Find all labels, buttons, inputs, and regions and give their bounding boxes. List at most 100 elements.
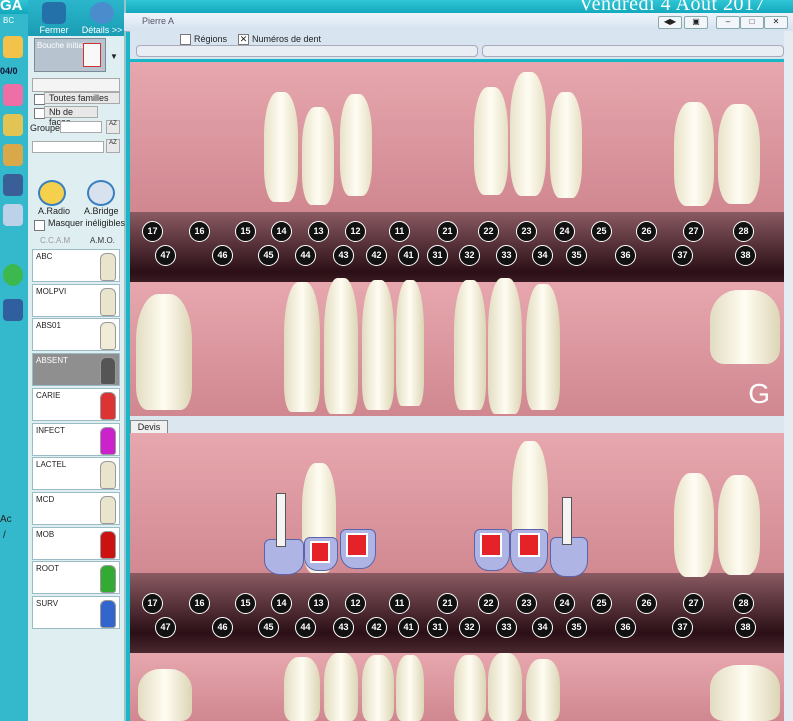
- tooth-41-devis[interactable]: [396, 655, 424, 721]
- grid-icon[interactable]: [3, 299, 23, 321]
- upper-tooth-number[interactable]: 14: [271, 221, 292, 242]
- card-icon[interactable]: [3, 204, 23, 226]
- lower-tooth-number[interactable]: 34: [532, 245, 553, 266]
- devis-lower-tooth-number[interactable]: 37: [672, 617, 693, 638]
- tooth-44[interactable]: [284, 282, 320, 412]
- devis-upper-tooth-number[interactable]: 28: [733, 593, 754, 614]
- tab-devis[interactable]: Devis: [130, 420, 168, 434]
- tooth-43-devis[interactable]: [324, 653, 358, 721]
- filter-field[interactable]: [32, 78, 120, 92]
- lower-tooth-number[interactable]: 36: [615, 245, 636, 266]
- odontogram-initial[interactable]: 17 16 15 14 13 12 11 21 22 23 24 25 26 27 28 47 46 45 44 43…: [130, 62, 784, 416]
- act-item[interactable]: LACTEL: [32, 457, 120, 491]
- lower-tooth-number[interactable]: 47: [155, 245, 176, 266]
- devis-upper-tooth-number[interactable]: 24: [554, 593, 575, 614]
- close-icon[interactable]: ✕: [764, 16, 788, 29]
- act-item[interactable]: INFECT: [32, 422, 120, 456]
- range-bar-right[interactable]: [482, 45, 784, 57]
- lower-tooth-number[interactable]: 37: [672, 245, 693, 266]
- devis-upper-tooth-number[interactable]: 23: [516, 593, 537, 614]
- money-icon[interactable]: [3, 144, 23, 166]
- range-bar-left[interactable]: [136, 45, 478, 57]
- lower-tooth-number[interactable]: 33: [496, 245, 517, 266]
- devis-upper-tooth-number[interactable]: 17: [142, 593, 163, 614]
- upper-tooth-number[interactable]: 22: [478, 221, 499, 242]
- act-item[interactable]: ABS01: [32, 318, 120, 352]
- tooth-34-devis[interactable]: [526, 659, 560, 721]
- tooth-34[interactable]: [526, 284, 560, 410]
- devis-lower-tooth-number[interactable]: 36: [615, 617, 636, 638]
- lower-tooth-number[interactable]: 35: [566, 245, 587, 266]
- act-item[interactable]: CARIE: [32, 387, 120, 421]
- devis-lower-tooth-number[interactable]: 38: [735, 617, 756, 638]
- lower-tooth-number[interactable]: 31: [427, 245, 448, 266]
- tooth-23[interactable]: [510, 72, 546, 196]
- lower-tooth-number[interactable]: 45: [258, 245, 279, 266]
- tooth-42-devis[interactable]: [362, 655, 394, 721]
- act-item[interactable]: ABC: [32, 249, 120, 282]
- tooth-12[interactable]: [340, 94, 372, 196]
- upper-tooth-number[interactable]: 23: [516, 221, 537, 242]
- act-item[interactable]: MCD: [32, 491, 120, 525]
- upper-tooth-number[interactable]: 12: [345, 221, 366, 242]
- tooth-27-devis[interactable]: [674, 473, 714, 577]
- minimize-icon[interactable]: –: [716, 16, 740, 29]
- upper-tooth-number[interactable]: 21: [437, 221, 458, 242]
- sort-az-button[interactable]: AZ: [106, 120, 120, 134]
- devis-upper-tooth-number[interactable]: 27: [683, 593, 704, 614]
- toutes-familles-button[interactable]: Toutes familles: [44, 92, 120, 104]
- devis-upper-tooth-number[interactable]: 13: [308, 593, 329, 614]
- tooth-22[interactable]: [474, 87, 508, 195]
- regions-check[interactable]: [180, 34, 191, 45]
- act-item[interactable]: ROOT: [32, 561, 120, 595]
- upper-tooth-number[interactable]: 27: [683, 221, 704, 242]
- tooth-33-devis[interactable]: [488, 653, 522, 721]
- lower-tooth-number[interactable]: 46: [212, 245, 233, 266]
- tooth-33[interactable]: [488, 278, 522, 414]
- devis-lower-tooth-number[interactable]: 32: [459, 617, 480, 638]
- search-field[interactable]: [32, 141, 104, 153]
- masquer-check[interactable]: [34, 220, 45, 231]
- upper-tooth-number[interactable]: 15: [235, 221, 256, 242]
- upper-tooth-number[interactable]: 13: [308, 221, 329, 242]
- devis-lower-tooth-number[interactable]: 31: [427, 617, 448, 638]
- tooth-28-devis[interactable]: [718, 475, 760, 575]
- devis-lower-tooth-number[interactable]: 46: [212, 617, 233, 638]
- numeros-check[interactable]: ✕: [238, 34, 249, 45]
- bridge-button[interactable]: A.Bridge: [84, 180, 119, 217]
- devis-upper-tooth-number[interactable]: 26: [636, 593, 657, 614]
- devis-lower-tooth-number[interactable]: 43: [333, 617, 354, 638]
- tooth-13[interactable]: [302, 107, 334, 205]
- tooth-32[interactable]: [454, 280, 486, 410]
- act-item[interactable]: MOB: [32, 526, 120, 560]
- lower-tooth-number[interactable]: 43: [333, 245, 354, 266]
- devis-lower-tooth-number[interactable]: 45: [258, 617, 279, 638]
- nav-prev-icon[interactable]: ◀▶: [658, 16, 682, 29]
- devis-upper-tooth-number[interactable]: 12: [345, 593, 366, 614]
- fermer-button[interactable]: Fermer: [36, 2, 72, 35]
- odontogram-devis[interactable]: 17 16 15 14 13 12 11 21 22 23 24 25 26 27 28 47 46 45 44 43…: [130, 433, 784, 721]
- tooth-38[interactable]: [710, 290, 780, 364]
- upper-tooth-number[interactable]: 11: [389, 221, 410, 242]
- tooth-43[interactable]: [324, 278, 358, 414]
- tooth-28[interactable]: [718, 104, 760, 204]
- tooth-47[interactable]: [136, 294, 192, 410]
- right-scrollbar[interactable]: [784, 31, 793, 721]
- radio-button[interactable]: A.Radio: [38, 180, 70, 217]
- devis-upper-tooth-number[interactable]: 15: [235, 593, 256, 614]
- devis-upper-tooth-number[interactable]: 14: [271, 593, 292, 614]
- upper-tooth-number[interactable]: 25: [591, 221, 612, 242]
- lower-tooth-number[interactable]: 42: [366, 245, 387, 266]
- devis-upper-tooth-number[interactable]: 11: [389, 593, 410, 614]
- devis-upper-tooth-number[interactable]: 21: [437, 593, 458, 614]
- devis-lower-tooth-number[interactable]: 47: [155, 617, 176, 638]
- devis-lower-tooth-number[interactable]: 42: [366, 617, 387, 638]
- act-item[interactable]: ABSENT: [32, 353, 120, 387]
- groupe-input[interactable]: [60, 121, 102, 133]
- eye-icon[interactable]: [3, 174, 23, 196]
- nb-faces-button[interactable]: Nb de faces: [44, 106, 98, 127]
- lower-tooth-number[interactable]: 44: [295, 245, 316, 266]
- tooth-38-devis[interactable]: [710, 665, 780, 721]
- add-icon[interactable]: [3, 264, 23, 286]
- patient-icon[interactable]: [3, 36, 23, 58]
